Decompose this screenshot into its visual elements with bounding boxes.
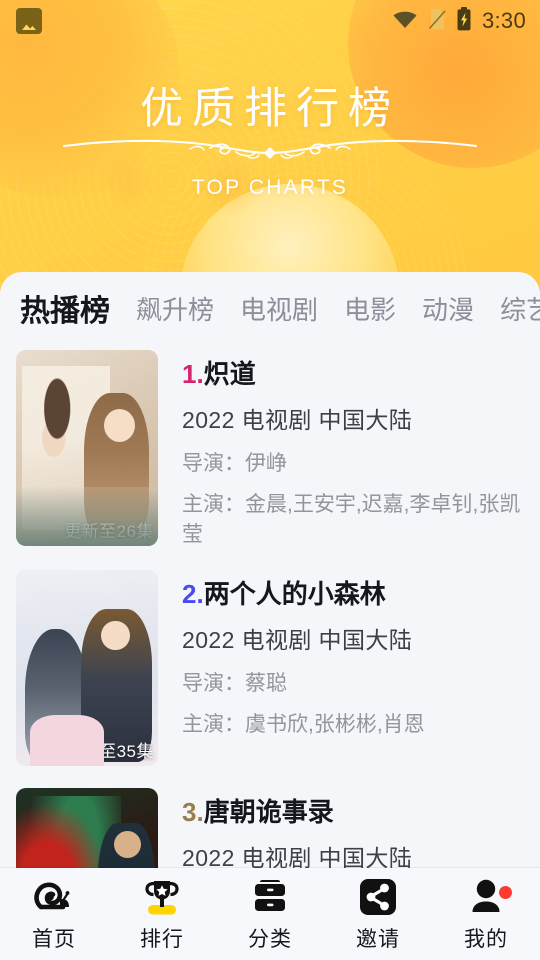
decorative-flourish-divider xyxy=(60,133,480,172)
list-item-cast: 主演：金晨,王安宇,迟嘉,李卓钊,张凯莹 xyxy=(182,492,521,546)
poster-thumbnail[interactable]: 更新至35集 xyxy=(16,569,158,766)
page-title: 优质排行榜 xyxy=(140,85,400,133)
notification-badge xyxy=(499,886,512,899)
battery-charging-icon xyxy=(456,6,472,36)
poster-art-shape-face xyxy=(114,831,141,859)
nav-item-invite[interactable]: 邀请 xyxy=(324,868,432,960)
status-bar-clock: 3:30 xyxy=(481,8,526,33)
nav-label-home: 首页 xyxy=(32,928,76,951)
tab-tv-series[interactable]: 电视剧 xyxy=(240,290,318,327)
nav-item-profile[interactable]: 我的 xyxy=(432,868,540,960)
content-sheet: 热播榜 飙升榜 电视剧 电影 动漫 综艺 更新至26集 1.炽 xyxy=(0,272,540,960)
nav-label-categories: 分类 xyxy=(248,928,292,951)
list-item-title-line: 1.炽道 xyxy=(182,359,524,390)
list-item-title-line: 2.两个人的小森林 xyxy=(182,578,524,610)
list-item-title-line: 3.唐朝诡事录 xyxy=(182,796,524,828)
nav-item-categories[interactable]: 分类 xyxy=(216,868,324,960)
rank-number: 1. xyxy=(182,359,204,389)
app-root: 优质排行榜 TOP CHARTS 3:30 热播榜 飙升榜 电视剧 电影 动漫 … xyxy=(0,0,540,960)
snail-icon xyxy=(32,875,76,919)
list-item-cast: 主演：虞书欣,张彬彬,肖恩 xyxy=(182,712,425,736)
list-item[interactable]: 更新至26集 1.炽道 2022 电视剧 中国大陆 导演：伊峥 主演：金晨,王安… xyxy=(0,344,540,564)
gallery-icon xyxy=(16,8,42,34)
poster-art-shape-face xyxy=(104,408,136,443)
poster-thumbnail[interactable]: 更新至26集 xyxy=(16,350,158,546)
poster-art-shape-body xyxy=(30,714,105,766)
list-item-director: 导演：蔡聪 xyxy=(182,671,287,695)
sim-off-icon xyxy=(428,8,446,35)
nav-label-ranking: 排行 xyxy=(140,928,184,951)
list-item-title: 炽道 xyxy=(203,359,256,389)
tab-rising[interactable]: 飙升榜 xyxy=(136,290,214,327)
rank-number: 3. xyxy=(182,796,204,827)
list-item-director: 导演：伊峥 xyxy=(182,451,287,475)
tab-anime[interactable]: 动漫 xyxy=(422,290,474,327)
share-icon xyxy=(356,875,400,919)
nav-label-profile: 我的 xyxy=(464,928,508,951)
page-subtitle: TOP CHARTS xyxy=(191,176,349,199)
poster-art-shape-face xyxy=(101,620,130,651)
drawers-icon xyxy=(248,875,292,919)
trophy-icon xyxy=(140,875,184,919)
rank-number: 2. xyxy=(182,578,204,609)
nav-item-home[interactable]: 首页 xyxy=(0,868,108,960)
tab-hot[interactable]: 热播榜 xyxy=(20,286,110,330)
list-item-details: 2.两个人的小森林 2022 电视剧 中国大陆 导演：蔡聪 主演：虞书欣,张彬彬… xyxy=(158,570,524,766)
list-item-info: 2022 电视剧 中国大陆 xyxy=(182,406,413,433)
list-item-title: 两个人的小森林 xyxy=(203,578,386,609)
category-tab-bar[interactable]: 热播榜 飙升榜 电视剧 电影 动漫 综艺 xyxy=(0,272,540,344)
nav-label-invite: 邀请 xyxy=(356,928,400,951)
tab-variety[interactable]: 综艺 xyxy=(500,290,540,327)
tab-movies[interactable]: 电影 xyxy=(344,290,396,327)
nav-item-ranking[interactable]: 排行 xyxy=(108,868,216,960)
list-item-info: 2022 电视剧 中国大陆 xyxy=(182,626,413,653)
list-item-title: 唐朝诡事录 xyxy=(203,796,334,827)
list-item[interactable]: 更新至35集 2.两个人的小森林 2022 电视剧 中国大陆 导演：蔡聪 主演：… xyxy=(0,564,540,782)
status-bar: 3:30 xyxy=(0,0,540,42)
wifi-icon xyxy=(392,9,418,34)
poster-artwork xyxy=(16,350,158,546)
list-item-details: 1.炽道 2022 电视剧 中国大陆 导演：伊峥 主演：金晨,王安宇,迟嘉,李卓… xyxy=(158,350,524,548)
poster-art-shape-body xyxy=(16,487,158,546)
bottom-navigation-bar: 首页 排行 分类 邀请 我的 xyxy=(0,868,540,960)
